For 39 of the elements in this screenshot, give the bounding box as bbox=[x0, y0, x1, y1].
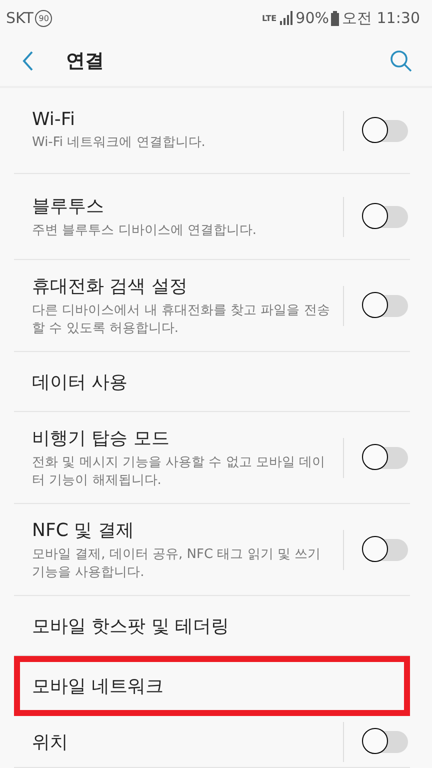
clock: 오전 11:30 bbox=[342, 8, 420, 28]
toggle-switch[interactable] bbox=[364, 120, 408, 142]
settings-item[interactable]: 블루투스 주변 블루투스 디바이스에 연결합니다. bbox=[14, 174, 410, 260]
battery-level: 90% bbox=[296, 9, 329, 27]
item-title: 데이터 사용 bbox=[32, 370, 129, 394]
item-description: 모바일 결제, 데이터 공유, NFC 태그 읽기 및 쓰기 기능을 사용합니다. bbox=[32, 546, 322, 582]
settings-item[interactable]: Wi-Fi Wi-Fi 네트워크에 연결합니다. bbox=[14, 88, 410, 174]
toggle-switch[interactable] bbox=[364, 446, 408, 468]
item-description: 다른 디바이스에서 내 휴대전화를 찾고 파일을 전송할 수 있도록 허용합니다. bbox=[32, 302, 331, 338]
item-title: Wi-Fi bbox=[32, 109, 76, 130]
settings-item[interactable]: 모바일 핫스팟 및 테더링 bbox=[14, 596, 410, 656]
back-icon[interactable] bbox=[22, 51, 34, 71]
settings-item[interactable]: 데이터 사용 bbox=[14, 352, 410, 412]
item-title: 휴대전화 검색 설정 bbox=[32, 274, 188, 298]
network-badge: 90 bbox=[35, 10, 52, 26]
toggle-switch[interactable] bbox=[364, 538, 408, 560]
toggle-switch[interactable] bbox=[364, 294, 408, 316]
settings-item[interactable]: NFC 및 결제 모바일 결제, 데이터 공유, NFC 태그 읽기 및 쓰기 기능을 사용합니다. bbox=[14, 504, 410, 596]
item-description: Wi-Fi 네트워크에 연결합니다. bbox=[32, 134, 206, 152]
screen-title: 연결 bbox=[66, 49, 105, 74]
signal-icon bbox=[280, 11, 293, 25]
battery-icon bbox=[331, 10, 339, 26]
settings-item[interactable]: 비행기 탑승 모드 전화 및 메시지 기능을 사용할 수 없고 모바일 데이터 기능이 해제됩니다. bbox=[14, 412, 410, 504]
item-title: 위치 bbox=[32, 730, 69, 754]
settings-item[interactable]: 위치 bbox=[14, 716, 410, 768]
item-title: 블루투스 bbox=[32, 194, 105, 218]
search-icon[interactable] bbox=[390, 50, 412, 72]
item-description: 전화 및 메시지 기능을 사용할 수 없고 모바일 데이터 기능이 해제됩니다. bbox=[32, 454, 326, 490]
carrier-name: SKT bbox=[6, 9, 34, 27]
settings-item[interactable]: 휴대전화 검색 설정 다른 디바이스에서 내 휴대전화를 찾고 파일을 전송할 수 있도록 허용합니다. bbox=[14, 260, 410, 352]
network-type: LTE bbox=[262, 14, 277, 22]
item-title: NFC 및 결제 bbox=[32, 518, 135, 542]
item-title: 모바일 핫스팟 및 테더링 bbox=[32, 614, 230, 638]
settings-item[interactable]: 모바일 네트워크 bbox=[14, 656, 410, 716]
item-description: 주변 블루투스 디바이스에 연결합니다. bbox=[32, 222, 258, 240]
toggle-switch[interactable] bbox=[364, 206, 408, 228]
item-title: 비행기 탑승 모드 bbox=[32, 426, 170, 450]
toggle-switch[interactable] bbox=[364, 730, 408, 752]
item-title: 모바일 네트워크 bbox=[32, 674, 165, 698]
